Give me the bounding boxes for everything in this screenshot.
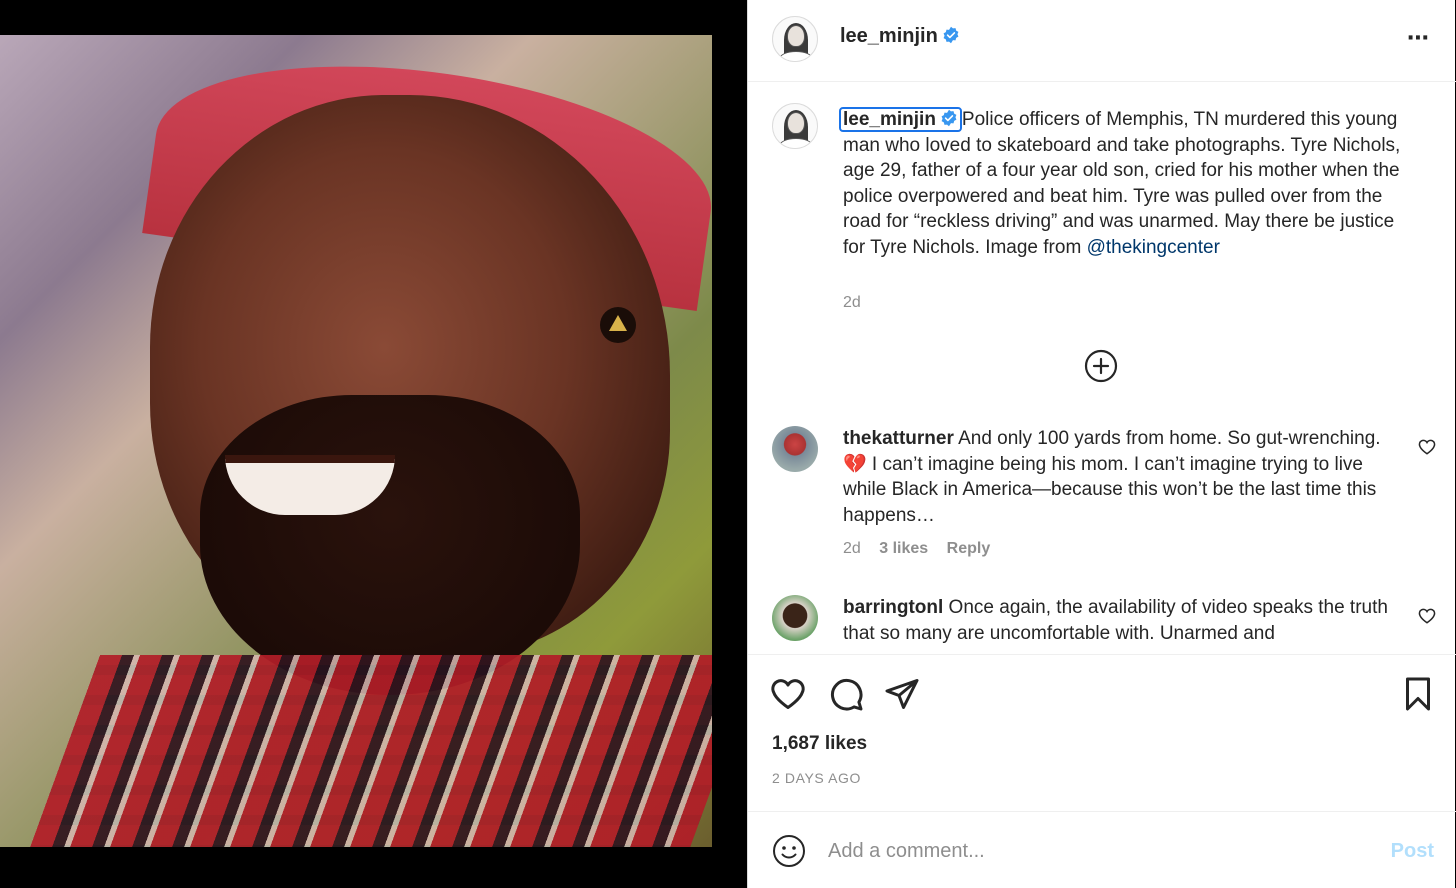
- load-more-comments-icon[interactable]: [1084, 349, 1118, 383]
- commenter-username[interactable]: thekatturner: [843, 428, 954, 449]
- verified-badge-icon: [941, 109, 957, 127]
- likes-count[interactable]: 1,687 likes: [772, 733, 867, 755]
- comment-composer: Post: [748, 811, 1456, 888]
- caption-mention-link[interactable]: @thekingcenter: [1087, 237, 1220, 258]
- post-date[interactable]: 2 DAYS AGO: [772, 770, 861, 786]
- photo-earring: [600, 307, 636, 343]
- photo-shirt: [19, 655, 712, 847]
- comment-likes[interactable]: 3 likes: [879, 540, 928, 557]
- author-avatar[interactable]: [772, 16, 818, 62]
- comment-bubble-icon[interactable]: [828, 676, 864, 712]
- comment-text: thekatturner And only 100 yards from hom…: [843, 426, 1403, 528]
- post-photo[interactable]: [0, 35, 712, 847]
- comments-scroll[interactable]: lee_minjin Police officers of Memphis, TN…: [748, 83, 1456, 655]
- author-username[interactable]: lee_minjin: [840, 25, 960, 48]
- like-heart-icon[interactable]: [770, 676, 806, 712]
- comment-like-heart-icon[interactable]: [1418, 607, 1436, 625]
- caption-timestamp[interactable]: 2d: [843, 294, 861, 312]
- verified-badge-icon: [943, 26, 959, 44]
- comment-like-heart-icon[interactable]: [1418, 438, 1436, 456]
- reply-button[interactable]: Reply: [947, 540, 991, 557]
- save-bookmark-icon[interactable]: [1400, 676, 1436, 712]
- emoji-picker-icon[interactable]: [772, 834, 806, 868]
- comment-text: barringtonl Once again, the availability…: [843, 595, 1403, 646]
- post-media: [0, 0, 747, 888]
- caption-username[interactable]: lee_minjin: [843, 109, 936, 130]
- caption-avatar[interactable]: [772, 103, 818, 149]
- author-username-text[interactable]: lee_minjin: [840, 25, 938, 47]
- comment-timestamp[interactable]: 2d: [843, 540, 861, 557]
- post-actions: [748, 656, 1456, 728]
- commenter-avatar[interactable]: [772, 426, 818, 472]
- caption: lee_minjin Police officers of Memphis, TN…: [839, 107, 1418, 260]
- commenter-avatar[interactable]: [772, 595, 818, 641]
- photo-beard: [200, 395, 580, 695]
- post-header: lee_minjin ⋯: [748, 0, 1456, 82]
- comment-input[interactable]: [828, 834, 1348, 868]
- share-paper-plane-icon[interactable]: [884, 676, 920, 712]
- post-panel: lee_minjin ⋯ lee_minjin Police officers o…: [747, 0, 1456, 888]
- commenter-username[interactable]: barringtonl: [843, 597, 943, 618]
- more-options-icon[interactable]: ⋯: [1407, 27, 1430, 49]
- comment-meta: 2d 3 likes Reply: [843, 540, 1004, 558]
- post-comment-button[interactable]: Post: [1391, 840, 1434, 863]
- caption-username-focus[interactable]: lee_minjin: [839, 107, 962, 132]
